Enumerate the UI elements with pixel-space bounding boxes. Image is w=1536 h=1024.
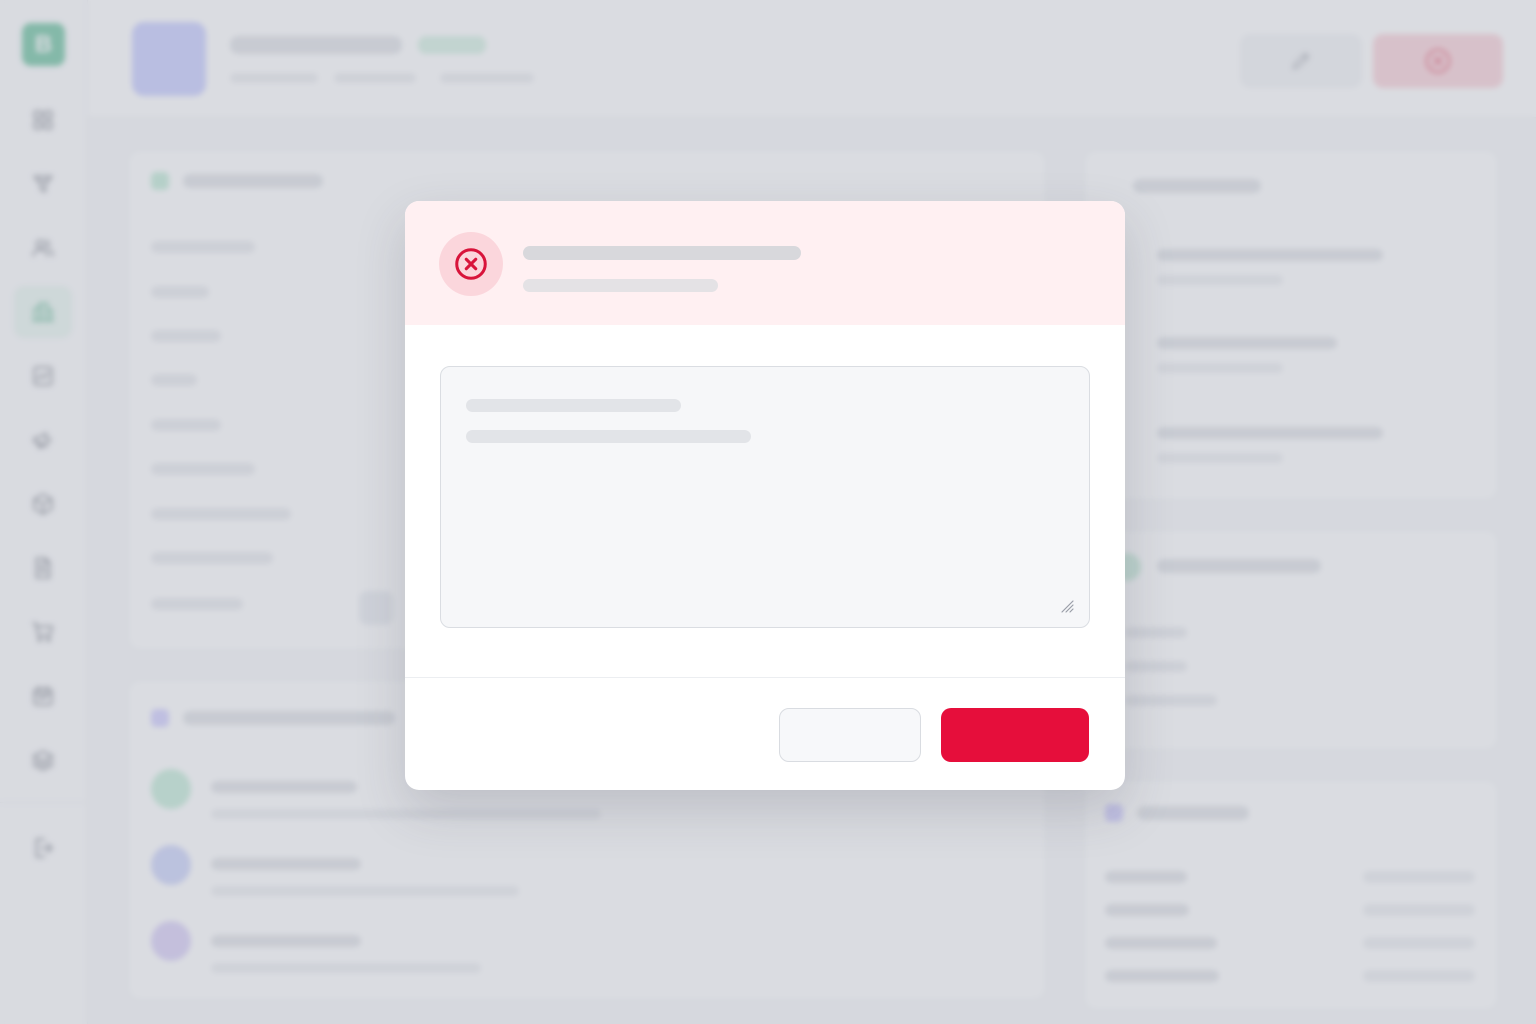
confirm-reject-button[interactable] xyxy=(941,708,1089,762)
dialog-divider xyxy=(405,677,1125,678)
dialog-subtitle xyxy=(523,279,718,292)
resize-grip-icon[interactable] xyxy=(1059,598,1075,614)
reject-dialog xyxy=(405,201,1125,790)
placeholder-line xyxy=(466,430,751,443)
dialog-title xyxy=(523,246,801,260)
placeholder-line xyxy=(466,399,681,412)
cancel-button[interactable] xyxy=(779,708,921,762)
dialog-icon-badge xyxy=(439,232,503,296)
x-circle-icon xyxy=(455,248,487,280)
dialog-header xyxy=(405,201,1125,325)
